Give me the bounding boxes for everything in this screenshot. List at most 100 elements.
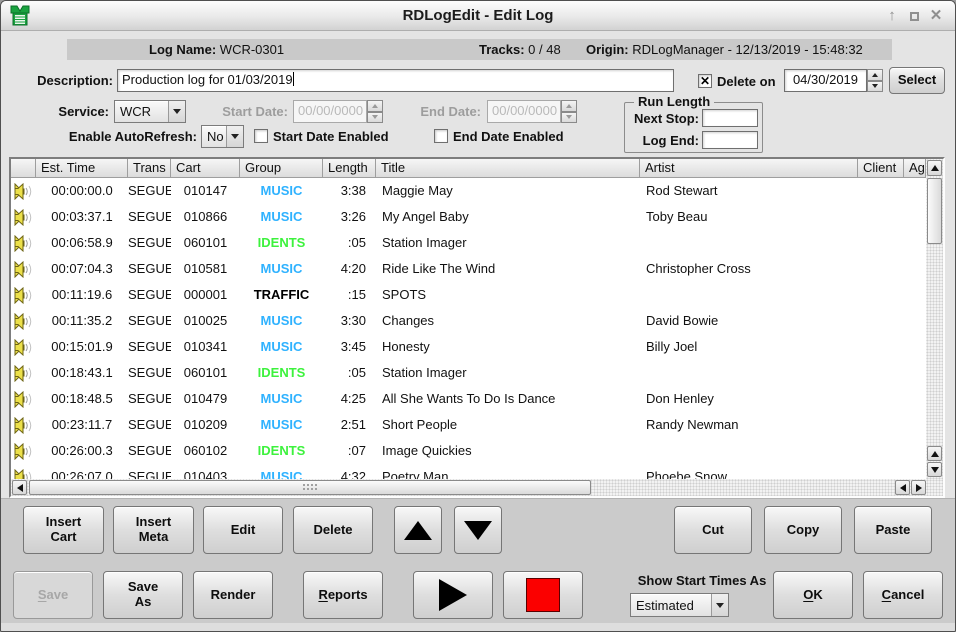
date-spinner-buttons[interactable]	[867, 69, 883, 92]
table-row[interactable]: 00:06:58.9SEGUE060101IDENTS:05Station Im…	[11, 230, 926, 256]
move-down-button[interactable]	[454, 506, 502, 554]
close-icon[interactable]: ✕	[925, 1, 947, 31]
cell-client	[858, 204, 904, 230]
cell-length: :07	[323, 438, 376, 464]
table-row[interactable]: 00:26:07.0SEGUE010403MUSIC4:32Poetry Man…	[11, 464, 926, 479]
scroll-down-icon[interactable]	[927, 462, 942, 477]
cell-time: 00:18:43.1	[36, 360, 128, 386]
spin-down-icon	[867, 81, 883, 93]
column-header-est-time[interactable]: Est. Time	[36, 159, 128, 178]
cell-time: 00:15:01.9	[36, 334, 128, 360]
cell-title: Changes	[376, 308, 640, 334]
vertical-scrollbar[interactable]	[926, 159, 943, 479]
ok-button[interactable]: OK	[773, 571, 853, 619]
table-row[interactable]: 00:07:04.3SEGUE010581MUSIC4:20Ride Like …	[11, 256, 926, 282]
delete-on-checkbox[interactable]: ✕	[698, 74, 712, 88]
cell-cart: 010341	[171, 334, 240, 360]
paste-button[interactable]: Paste	[854, 506, 932, 554]
column-header-trans[interactable]: Trans	[128, 159, 171, 178]
table-row[interactable]: 00:00:00.0SEGUE010147MUSIC3:38Maggie May…	[11, 178, 926, 204]
table-row[interactable]: 00:18:43.1SEGUE060101IDENTS:05Station Im…	[11, 360, 926, 386]
show-start-times-combobox[interactable]: Estimated	[630, 593, 729, 617]
cell-time: 00:11:19.6	[36, 282, 128, 308]
description-input[interactable]: Production log for 01/03/2019	[117, 69, 674, 92]
service-combobox[interactable]: WCR	[114, 100, 186, 123]
cell-cart: 010025	[171, 308, 240, 334]
cell-title: Maggie May	[376, 178, 640, 204]
copy-button[interactable]: Copy	[764, 506, 842, 554]
cell-agency	[904, 412, 926, 438]
shade-icon[interactable]: ↑	[881, 1, 903, 31]
scroll-up2-icon[interactable]	[927, 446, 942, 461]
column-header-title[interactable]: Title	[376, 159, 640, 178]
cell-artist: Randy Newman	[640, 412, 858, 438]
scroll-up-icon[interactable]	[927, 160, 942, 176]
end-date-label: End Date:	[411, 104, 481, 119]
delete-date-value[interactable]: 04/30/2019	[784, 69, 867, 92]
scroll-left-icon[interactable]	[12, 480, 27, 495]
table-row[interactable]: 00:23:11.7SEGUE010209MUSIC2:51Short Peop…	[11, 412, 926, 438]
cell-time: 00:00:00.0	[36, 178, 128, 204]
cell-agency	[904, 230, 926, 256]
save-button[interactable]: Save	[13, 571, 93, 619]
table-row[interactable]: 00:11:19.6SEGUE000001TRAFFIC:15SPOTS	[11, 282, 926, 308]
cell-cart: 060102	[171, 438, 240, 464]
cell-group: MUSIC	[240, 386, 323, 412]
insert-meta-button[interactable]: Insert Meta	[113, 506, 194, 554]
autorefresh-combobox[interactable]: No	[201, 125, 244, 148]
start-date-enabled-label: Start Date Enabled	[273, 129, 389, 144]
cell-trans: SEGUE	[128, 230, 171, 256]
text-cursor	[293, 72, 294, 86]
start-date-spinbox: 00/00/0000	[293, 100, 383, 123]
start-date-enabled-checkbox[interactable]	[254, 129, 268, 143]
column-header-length[interactable]: Length	[323, 159, 376, 178]
table-row[interactable]: 00:26:00.3SEGUE060102IDENTS:07Image Quic…	[11, 438, 926, 464]
titlebar[interactable]: RDLogEdit - Edit Log ↑ ✕	[1, 1, 955, 31]
column-header-icon[interactable]	[11, 159, 36, 178]
cell-artist: Phoebe Snow	[640, 464, 858, 479]
column-header-agency[interactable]: Agency	[904, 159, 926, 178]
delete-button[interactable]: Delete	[293, 506, 373, 554]
stop-button[interactable]	[503, 571, 583, 619]
next-stop-label: Next Stop:	[629, 111, 699, 126]
run-length-groupbox: Run Length Next Stop: Log End:	[624, 102, 763, 153]
cell-agency	[904, 204, 926, 230]
vertical-scroll-thumb[interactable]	[927, 178, 942, 244]
spin-up-icon	[867, 69, 883, 81]
cell-length: 3:26	[323, 204, 376, 230]
move-up-button[interactable]	[394, 506, 442, 554]
play-button[interactable]	[413, 571, 493, 619]
table-row[interactable]: 00:03:37.1SEGUE010866MUSIC3:26My Angel B…	[11, 204, 926, 230]
edit-button[interactable]: Edit	[203, 506, 283, 554]
save-as-button[interactable]: Save As	[103, 571, 183, 619]
horizontal-scrollbar[interactable]	[11, 479, 943, 496]
column-header-group[interactable]: Group	[240, 159, 323, 178]
column-header-cart[interactable]: Cart	[171, 159, 240, 178]
cell-trans: SEGUE	[128, 204, 171, 230]
scroll-right-icon[interactable]	[911, 480, 926, 495]
cell-client	[858, 256, 904, 282]
cancel-button[interactable]: Cancel	[863, 571, 943, 619]
select-button[interactable]: Select	[889, 67, 945, 94]
render-button[interactable]: Render	[193, 571, 273, 619]
speaker-icon	[11, 360, 36, 386]
column-header-artist[interactable]: Artist	[640, 159, 858, 178]
insert-cart-button[interactable]: Insert Cart	[23, 506, 104, 554]
delete-date-spinbox[interactable]: 04/30/2019	[784, 69, 883, 92]
column-header-client[interactable]: Client	[858, 159, 904, 178]
reports-button[interactable]: Reports	[303, 571, 383, 619]
thumb-grip	[302, 483, 318, 492]
end-date-enabled-checkbox[interactable]	[434, 129, 448, 143]
scroll-left2-icon[interactable]	[895, 480, 910, 495]
rdlogedit-edit-log-window: RDLogEdit - Edit Log ↑ ✕ Log Name: WCR-0…	[0, 0, 956, 632]
cut-button[interactable]: Cut	[674, 506, 752, 554]
cell-length: 4:20	[323, 256, 376, 282]
maximize-icon[interactable]	[903, 1, 925, 31]
table-row[interactable]: 00:18:48.5SEGUE010479MUSIC4:25All She Wa…	[11, 386, 926, 412]
table-row[interactable]: 00:11:35.2SEGUE010025MUSIC3:30ChangesDav…	[11, 308, 926, 334]
horizontal-scroll-thumb[interactable]	[29, 480, 591, 495]
table-row[interactable]: 00:15:01.9SEGUE010341MUSIC3:45HonestyBil…	[11, 334, 926, 360]
cell-agency	[904, 438, 926, 464]
cell-length: :05	[323, 360, 376, 386]
cell-client	[858, 282, 904, 308]
